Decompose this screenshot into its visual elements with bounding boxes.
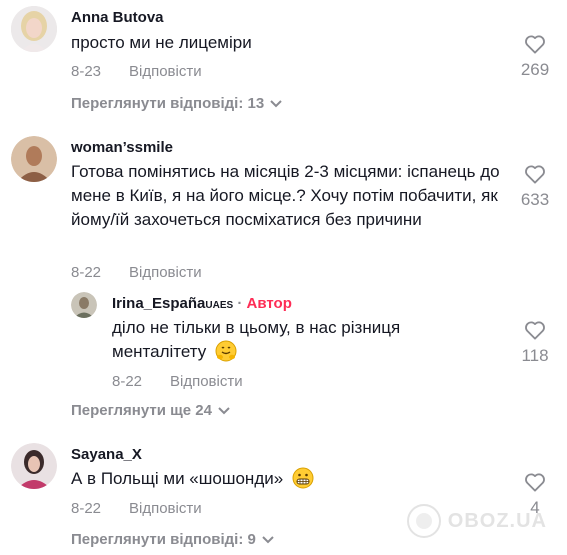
avatar[interactable] <box>11 6 57 52</box>
hugging-emoji-icon <box>215 340 237 362</box>
like-count: 633 <box>520 190 550 209</box>
flag-suffix: UAES <box>205 300 234 311</box>
reply-username-text[interactable]: Irina_España <box>112 295 205 312</box>
view-replies-button[interactable]: Переглянути відповіді: 9 <box>71 531 274 548</box>
heart-icon <box>525 321 545 340</box>
like-count: 118 <box>521 346 549 365</box>
comment-date: 8-22 <box>71 500 102 517</box>
comment-text: А в Польщі ми «шошонди» <box>71 467 491 491</box>
avatar[interactable] <box>71 292 97 318</box>
reply-button[interactable]: Відповісти <box>129 264 202 281</box>
comment-text-content: А в Польщі ми «шошонди» <box>71 469 284 488</box>
comment-date: 8-23 <box>71 63 102 80</box>
author-badge: Автор <box>246 295 292 312</box>
grimacing-emoji-icon <box>292 467 314 489</box>
chevron-down-icon <box>218 406 230 414</box>
comment-username[interactable]: Sayana_X <box>71 446 142 463</box>
chevron-down-icon <box>262 535 274 543</box>
heart-icon <box>525 473 545 492</box>
heart-icon <box>525 165 545 184</box>
heart-icon <box>525 35 545 54</box>
like-button[interactable]: 118 <box>511 320 559 366</box>
avatar[interactable] <box>11 136 57 182</box>
reply-button[interactable]: Відповісти <box>170 373 243 390</box>
view-replies-button[interactable]: Переглянути відповіді: 13 <box>71 95 282 112</box>
watermark-logo-icon <box>406 504 441 538</box>
watermark: OBOZ.UA <box>406 503 547 539</box>
reply-text: діло не тільки в цьому, в нас різниця ме… <box>112 316 452 364</box>
view-replies-label: Переглянути відповіді: 13 <box>71 95 265 112</box>
reply-button[interactable]: Відповісти <box>129 63 202 80</box>
reply-button[interactable]: Відповісти <box>129 500 202 517</box>
comment-text: просто ми не лицеміри <box>71 33 252 52</box>
comment-username[interactable]: woman’ssmile <box>71 139 173 156</box>
reply-text-content: діло не тільки в цьому, в нас різниця ме… <box>112 318 401 361</box>
reply-username: Irina_EspañaUAES · Автор <box>112 295 292 312</box>
like-button[interactable]: 633 <box>511 164 559 210</box>
view-replies-label: Переглянути відповіді: 9 <box>71 531 256 548</box>
like-count: 269 <box>520 60 550 79</box>
comment-text: Готова помінятись на місяців 2-3 місцями… <box>71 162 500 229</box>
reply-date: 8-22 <box>112 373 143 390</box>
watermark-text: OBOZ.UA <box>447 509 547 532</box>
view-more-label: Переглянути ще 24 <box>71 402 212 419</box>
avatar[interactable] <box>11 443 57 489</box>
chevron-down-icon <box>270 99 282 107</box>
like-button[interactable]: 269 <box>511 34 559 80</box>
comment-username[interactable]: Anna Butova <box>71 9 164 26</box>
separator-dot: · <box>237 295 243 312</box>
view-more-replies-button[interactable]: Переглянути ще 24 <box>71 402 230 419</box>
comment-date: 8-22 <box>71 264 102 281</box>
